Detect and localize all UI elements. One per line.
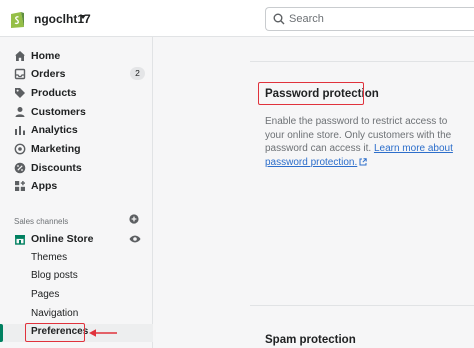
sidebar-item-label: Online Store [31,233,94,245]
password-protection-description: Enable the password to restrict access t… [265,115,465,169]
orders-count-badge: 2 [130,67,145,80]
top-bar: ngoclht17 Search [0,0,474,37]
sidebar-item-label: Analytics [31,124,78,136]
sidebar-item-products[interactable]: Products [0,85,153,103]
annotation-arrow-icon [89,329,117,337]
tag-icon [15,88,25,98]
sidebar-subitem-pages[interactable]: Pages [0,287,153,305]
person-icon [15,107,25,117]
sales-channels-heading: Sales channels [14,217,69,226]
sidebar-item-label: Orders [31,68,66,80]
apps-icon [15,181,25,191]
sidebar-item-apps[interactable]: Apps [0,178,153,196]
active-indicator [0,324,3,342]
sidebar-item-home[interactable]: Home [0,48,153,66]
sidebar-subitem-label: Pages [31,289,60,300]
search-placeholder: Search [289,13,324,25]
main-content: Password protection Enable the password … [154,37,474,348]
divider [250,305,474,306]
add-sales-channel-icon[interactable] [129,214,139,224]
bar-chart-icon [15,126,25,135]
home-icon [15,51,25,61]
preferences-highlight-box [25,323,85,342]
sidebar-subitem-label: Navigation [31,308,79,319]
sidebar-item-label: Discounts [31,162,82,174]
sidebar-subitem-label: Themes [31,252,68,263]
sidebar-item-label: Home [31,50,61,62]
orders-icon [14,68,26,80]
sidebar-subitem-themes[interactable]: Themes [0,250,153,268]
divider [250,61,474,62]
sidebar-subitem-label: Blog posts [31,270,78,281]
sidebar: Home Orders 2 Products Customers Analyti… [0,37,153,348]
discount-icon [14,162,26,174]
spam-protection-title: Spam protection [265,334,356,346]
sidebar-item-discounts[interactable]: Discounts [0,160,153,178]
search-input[interactable]: Search [265,7,474,31]
external-link-icon[interactable] [359,158,367,166]
sidebar-item-analytics[interactable]: Analytics [0,122,153,140]
sidebar-subitem-blog-posts[interactable]: Blog posts [0,268,153,286]
sidebar-item-label: Customers [31,106,86,118]
sidebar-item-marketing[interactable]: Marketing [0,141,153,159]
search-icon [273,13,285,25]
target-icon [14,143,26,155]
shopify-logo-icon[interactable] [9,9,26,29]
store-icon [15,235,25,245]
eye-icon[interactable] [129,234,141,244]
password-protection-highlight-box [258,82,364,105]
sidebar-item-label: Marketing [31,143,81,155]
sidebar-item-label: Products [31,87,77,99]
sidebar-item-orders[interactable]: Orders 2 [0,66,153,84]
sidebar-subitem-navigation[interactable]: Navigation [0,306,153,324]
sidebar-item-label: Apps [31,180,58,192]
caret-down-icon[interactable] [80,15,86,19]
sidebar-item-customers[interactable]: Customers [0,104,153,122]
